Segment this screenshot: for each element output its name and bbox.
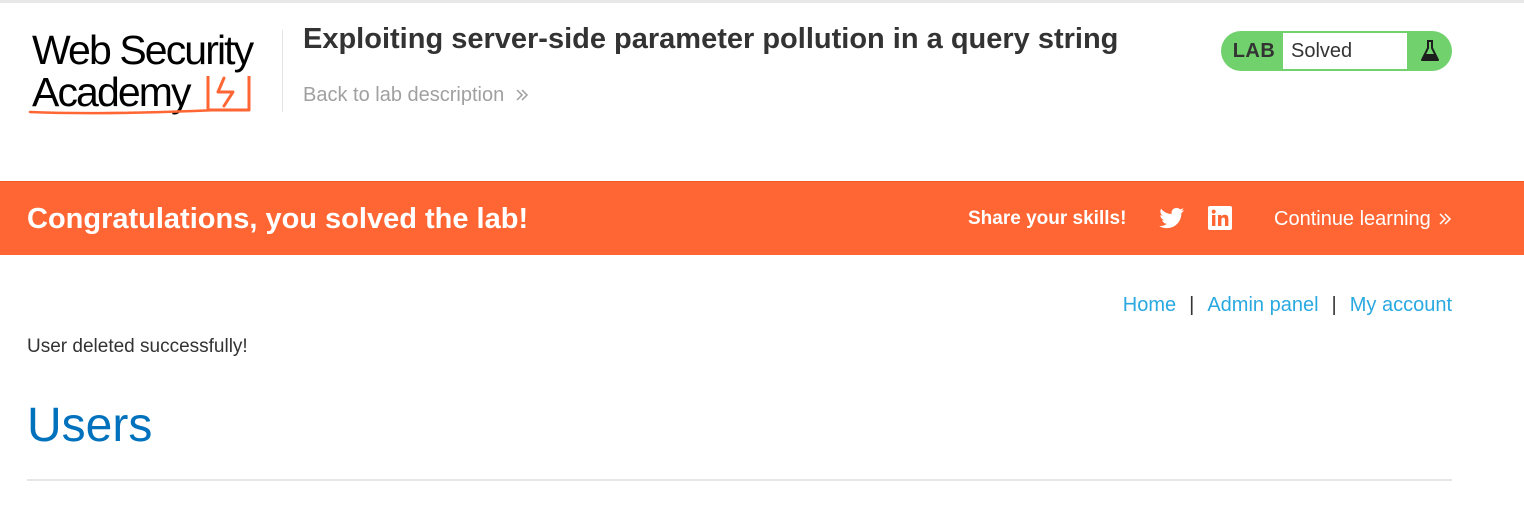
nav-link-my-account[interactable]: My account bbox=[1350, 293, 1452, 317]
top-nav: Home | Admin panel | My account bbox=[1123, 293, 1452, 317]
flask-icon bbox=[1407, 31, 1452, 71]
double-chevron-right-icon bbox=[1437, 211, 1453, 227]
page-title: Users bbox=[27, 399, 153, 452]
section-divider bbox=[27, 479, 1452, 481]
continue-learning-link[interactable]: Continue learning bbox=[1274, 207, 1453, 231]
continue-learning-label: Continue learning bbox=[1274, 208, 1431, 230]
twitter-icon bbox=[1159, 207, 1184, 229]
nav-link-admin-panel[interactable]: Admin panel bbox=[1207, 293, 1318, 317]
back-to-lab-description-link[interactable]: Back to lab description bbox=[303, 83, 530, 107]
solved-banner: Congratulations, you solved the lab! Sha… bbox=[0, 181, 1524, 255]
lab-status-label: LAB bbox=[1232, 39, 1276, 62]
back-link-label: Back to lab description bbox=[303, 84, 505, 106]
congratulations-message: Congratulations, you solved the lab! bbox=[27, 203, 529, 235]
nav-separator: | bbox=[1331, 294, 1337, 316]
share-skills-label: Share your skills! bbox=[968, 208, 1127, 229]
header-divider bbox=[282, 30, 283, 112]
lab-title: Exploiting server-side parameter polluti… bbox=[303, 23, 1119, 55]
status-message: User deleted successfully! bbox=[27, 336, 248, 357]
logo-lightning-mark-icon bbox=[28, 76, 251, 115]
web-security-academy-logo[interactable]: Web Security Academy bbox=[28, 28, 280, 120]
top-rule bbox=[0, 0, 1524, 3]
linkedin-icon bbox=[1208, 206, 1232, 230]
logo-text-line1: Web Security bbox=[32, 27, 254, 73]
double-chevron-right-icon bbox=[514, 87, 530, 103]
nav-separator: | bbox=[1189, 294, 1195, 316]
lab-status-state: Solved bbox=[1283, 33, 1407, 69]
nav-link-home[interactable]: Home bbox=[1123, 293, 1176, 317]
lab-status-badge: LAB Solved bbox=[1221, 31, 1452, 71]
